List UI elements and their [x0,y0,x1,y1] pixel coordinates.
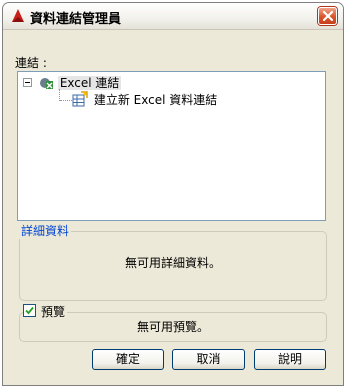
help-button[interactable]: 說明 [254,349,326,370]
checkmark-icon [25,306,34,315]
preview-message: 無可用預覽。 [136,320,209,334]
excel-link-icon [38,74,54,90]
tree-item-label: 建立新 Excel 資料連結 [93,93,218,107]
connections-label: 連結 : [15,56,47,70]
app-icon [10,8,26,24]
data-link-manager-dialog: 資料連結管理員 連結 : Excel 連結 建立新 Excel 資料連結 詳細資… [2,2,344,386]
close-icon [322,10,334,22]
tree-item-label: Excel 連結 [57,76,122,90]
tree-connector [60,100,72,101]
collapse-toggle[interactable] [23,78,32,87]
connections-tree[interactable]: Excel 連結 建立新 Excel 資料連結 [17,71,326,221]
cancel-button[interactable]: 取消 [172,349,245,370]
window-title: 資料連結管理員 [30,12,122,27]
preview-checkbox[interactable] [23,304,36,317]
tree-item-excel-links[interactable]: Excel 連結 [38,74,122,90]
details-legend: 詳細資料 [19,222,72,239]
ok-button[interactable]: 確定 [92,349,164,370]
new-excel-link-icon [72,91,88,107]
close-button[interactable] [318,7,337,25]
title-bar[interactable]: 資料連結管理員 [3,3,343,30]
details-message: 無可用詳細資料。 [124,256,221,270]
tree-item-new-excel-link[interactable]: 建立新 Excel 資料連結 [72,91,217,107]
